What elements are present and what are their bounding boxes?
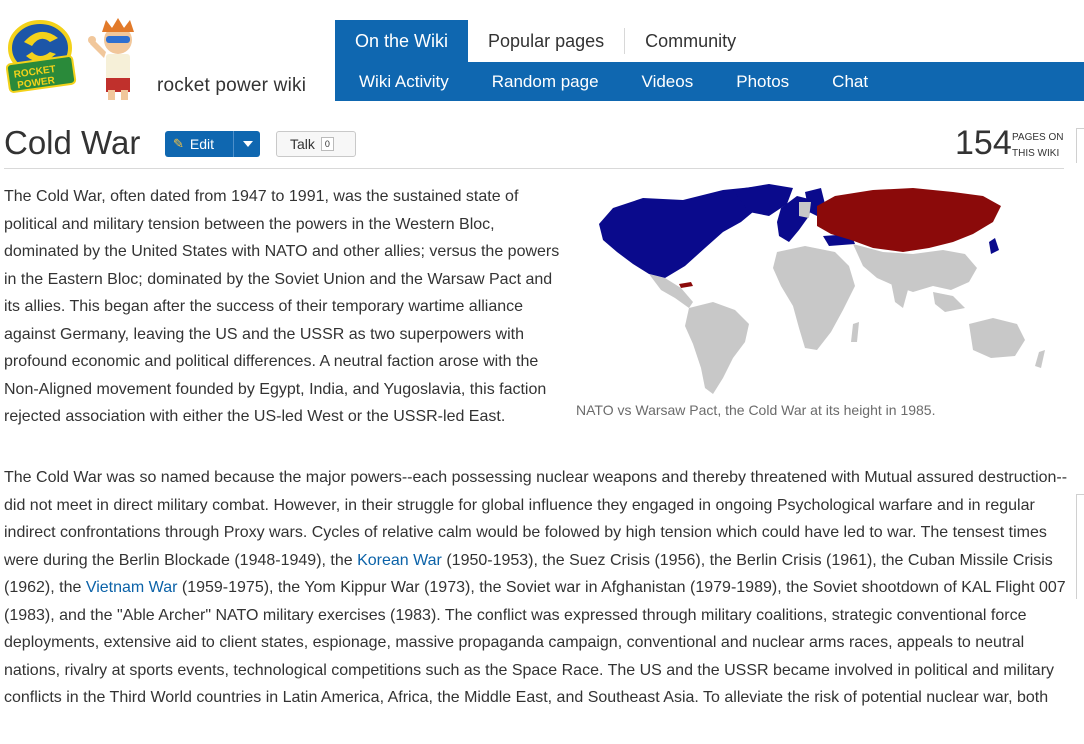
pencil-icon: ✎ — [173, 136, 184, 151]
article-paragraph-1: The Cold War, often dated from 1947 to 1… — [4, 188, 560, 425]
nav-wiki-activity[interactable]: Wiki Activity — [359, 72, 449, 92]
nav-videos[interactable]: Videos — [642, 72, 694, 92]
nav-chat[interactable]: Chat — [832, 72, 868, 92]
tab-community[interactable]: Community — [625, 20, 757, 62]
map-region-south-america — [685, 302, 749, 394]
page-title: Cold War — [4, 124, 141, 161]
right-rail-module-edge — [1076, 128, 1084, 163]
nav-random-page[interactable]: Random page — [492, 72, 599, 92]
map-region-nato-japan — [989, 238, 999, 254]
talk-button[interactable]: Talk 0 — [276, 131, 356, 157]
pages-label-line-2: THIS WIKI — [1012, 148, 1060, 159]
map-region-neutral-europe — [799, 202, 811, 218]
article-paragraph-2: The Cold War was so named because the ma… — [4, 464, 1072, 712]
edit-button-divider — [233, 131, 234, 157]
sub-nav-bar: Wiki Activity Random page Videos Photos … — [335, 62, 1084, 101]
talk-count-badge: 0 — [320, 137, 334, 151]
nav-photos[interactable]: Photos — [736, 72, 789, 92]
map-region-southeast-asia — [933, 292, 965, 312]
link-korean-war[interactable]: Korean War — [357, 552, 442, 569]
chevron-down-icon[interactable] — [243, 141, 253, 147]
wiki-name[interactable]: rocket power wiki — [157, 75, 306, 97]
global-nav: On the Wiki Popular pages Community — [335, 20, 757, 62]
right-rail-module-edge — [1076, 494, 1084, 599]
map-region-australia — [969, 318, 1025, 358]
edit-button[interactable]: ✎ Edit — [165, 131, 260, 157]
map-region-cuba — [679, 282, 693, 288]
link-vietnam-war[interactable]: Vietnam War — [86, 579, 178, 596]
map-region-new-zealand — [1035, 350, 1045, 368]
map-region-central-america — [649, 274, 693, 308]
map-region-india — [891, 282, 909, 308]
map-region-asia — [853, 244, 977, 292]
world-map-image — [599, 184, 1045, 394]
map-region-madagascar — [851, 322, 859, 342]
cold-war-map[interactable] — [573, 182, 1064, 398]
logo-graphic: ROCKET POWER — [5, 18, 134, 100]
map-region-africa — [773, 246, 855, 350]
pages-count-label: PAGES ON THIS WIKI — [1012, 130, 1072, 162]
title-divider — [4, 168, 1064, 169]
article-text-segment: (1959-1975), the Yom Kippur War (1973), … — [4, 579, 1066, 706]
talk-button-label: Talk — [290, 136, 315, 152]
tab-popular-pages[interactable]: Popular pages — [468, 20, 625, 62]
edit-button-label: Edit — [189, 136, 215, 152]
pages-label-line-1: PAGES ON — [1012, 132, 1064, 143]
tab-on-the-wiki[interactable]: On the Wiki — [335, 20, 469, 62]
wiki-logo[interactable]: ROCKET POWER — [5, 18, 148, 102]
pages-count: 154 — [955, 124, 1012, 162]
map-caption: NATO vs Warsaw Pact, the Cold War at its… — [576, 402, 936, 418]
